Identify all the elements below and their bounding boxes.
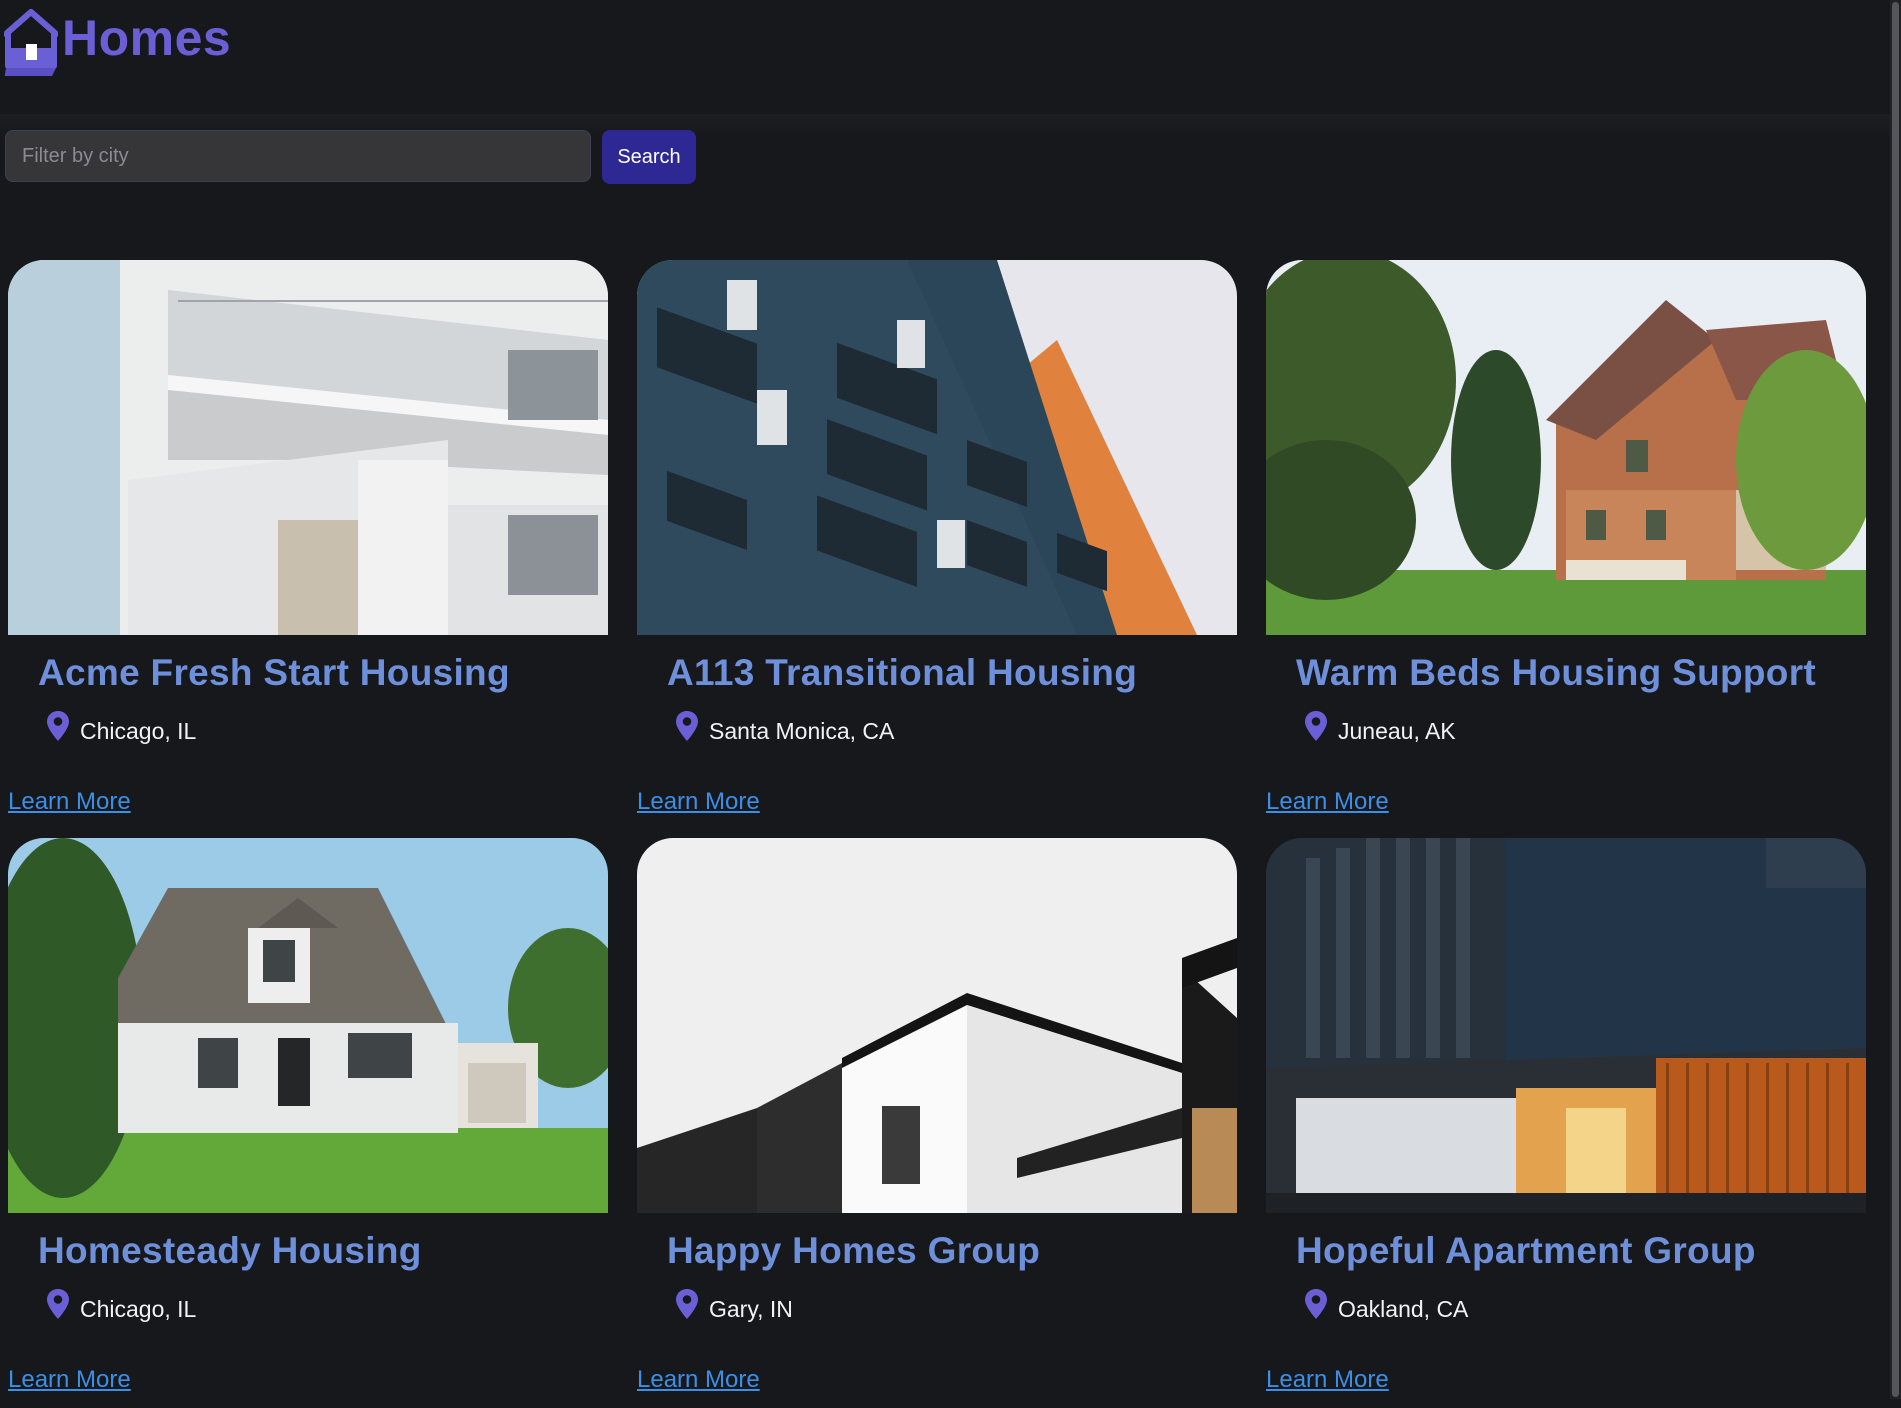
learn-more-link[interactable]: Learn More xyxy=(8,1366,131,1394)
location-pin-icon xyxy=(1305,710,1327,741)
location-text: Chicago, IL xyxy=(80,1296,197,1322)
scrollbar-thumb[interactable] xyxy=(1892,2,1899,1397)
filter-bar: Search xyxy=(0,114,1890,196)
location-text: Gary, IN xyxy=(709,1296,793,1322)
listing-card: Hopeful Apartment Group Oakland, CA Lear… xyxy=(1266,838,1866,1408)
learn-more-link[interactable]: Learn More xyxy=(637,788,760,816)
listing-title: Happy Homes Group xyxy=(667,1230,1041,1271)
listing-location: Santa Monica, CA xyxy=(675,710,895,745)
learn-more-link[interactable]: Learn More xyxy=(637,1366,760,1394)
location-pin-icon xyxy=(47,1288,69,1319)
victorian-house-photo xyxy=(1266,260,1866,635)
location-pin-icon xyxy=(47,710,69,741)
dark-modern-facade-photo xyxy=(1266,838,1866,1213)
header: Homes xyxy=(0,0,1890,112)
learn-more-link[interactable]: Learn More xyxy=(1266,1366,1389,1394)
listing-title: Hopeful Apartment Group xyxy=(1296,1230,1756,1271)
listing-card: Acme Fresh Start Housing Chicago, IL Lea… xyxy=(8,260,608,830)
location-text: Santa Monica, CA xyxy=(709,718,895,744)
learn-more-link[interactable]: Learn More xyxy=(8,788,131,816)
brand[interactable]: Homes xyxy=(4,8,231,76)
listing-location: Chicago, IL xyxy=(46,1288,197,1323)
location-pin-icon xyxy=(676,710,698,741)
listing-title: Homesteady Housing xyxy=(38,1230,422,1271)
blue-apartment-balconies-photo xyxy=(637,260,1237,635)
listing-title: A113 Transitional Housing xyxy=(667,652,1138,693)
white-balcony-building-photo xyxy=(8,260,608,635)
listing-card: Warm Beds Housing Support Juneau, AK Lea… xyxy=(1266,260,1866,830)
listing-location: Chicago, IL xyxy=(46,710,197,745)
listing-card: A113 Transitional Housing Santa Monica, … xyxy=(637,260,1237,830)
listing-card: Homesteady Housing Chicago, IL Learn Mor… xyxy=(8,838,608,1408)
city-filter-input[interactable] xyxy=(5,130,591,182)
location-text: Juneau, AK xyxy=(1338,718,1456,744)
learn-more-link[interactable]: Learn More xyxy=(1266,788,1389,816)
page-scrollbar[interactable] xyxy=(1890,0,1901,1399)
house-icon xyxy=(4,9,58,76)
location-text: Oakland, CA xyxy=(1338,1296,1469,1322)
listing-location: Gary, IN xyxy=(675,1288,793,1323)
location-pin-icon xyxy=(676,1288,698,1319)
listing-location: Juneau, AK xyxy=(1304,710,1456,745)
white-cottage-house-photo xyxy=(8,838,608,1213)
location-text: Chicago, IL xyxy=(80,718,197,744)
listing-location: Oakland, CA xyxy=(1304,1288,1469,1323)
location-pin-icon xyxy=(1305,1288,1327,1319)
search-button[interactable]: Search xyxy=(602,130,696,184)
listing-card: Happy Homes Group Gary, IN Learn More xyxy=(637,838,1237,1408)
listing-title: Acme Fresh Start Housing xyxy=(38,652,510,693)
brand-title: Homes xyxy=(62,10,232,66)
listing-title: Warm Beds Housing Support xyxy=(1296,652,1817,693)
modern-white-house-photo xyxy=(637,838,1237,1213)
